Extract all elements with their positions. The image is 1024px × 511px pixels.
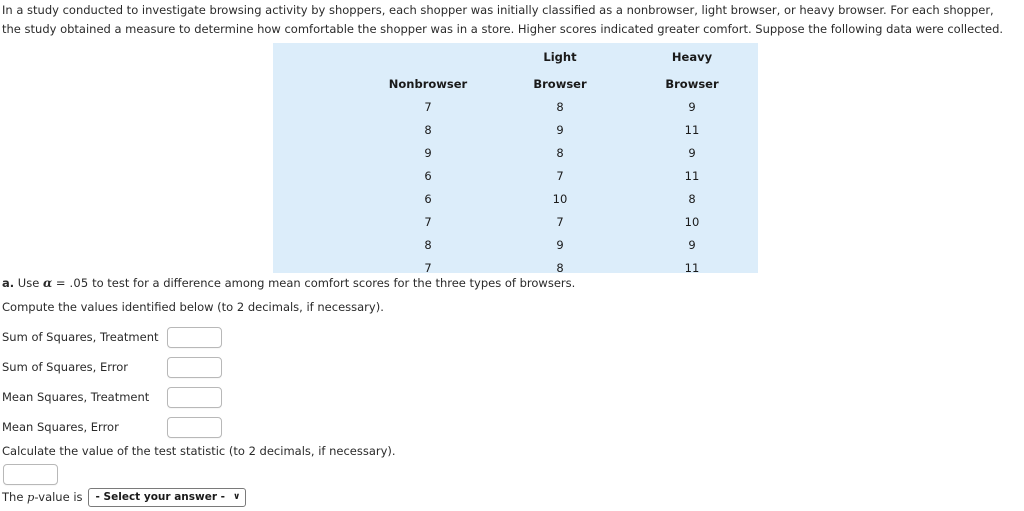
cell-nonbrowser: 7 xyxy=(424,99,432,114)
cell-light-browser: 7 xyxy=(556,168,564,183)
table-row: 6 10 8 xyxy=(273,187,758,210)
cell-light-browser: 8 xyxy=(556,145,564,160)
compute-instruction: Compute the values identified below (to … xyxy=(2,300,384,314)
table-body: 7 8 9 8 9 11 9 8 9 6 7 11 6 10 8 7 7 10 … xyxy=(273,92,758,279)
cell-heavy-browser: 11 xyxy=(684,260,700,275)
part-a-question: a. Use α = .05 to test for a difference … xyxy=(2,276,575,290)
field-row-ms-error: Mean Squares, Error xyxy=(2,417,302,447)
p-value-label: The p-value is xyxy=(2,490,83,504)
data-table-container: Light Heavy Nonbrowser Browser Browser 7… xyxy=(273,43,758,275)
cell-nonbrowser: 6 xyxy=(424,168,432,183)
header-top-heavy: Heavy xyxy=(671,50,713,64)
label-ss-error: Sum of Squares, Error xyxy=(2,360,129,374)
cell-heavy-browser: 11 xyxy=(684,122,700,137)
header-heavy-browser: Browser xyxy=(665,77,719,91)
header-light-browser: Browser xyxy=(533,77,587,91)
field-row-ss-error: Sum of Squares, Error xyxy=(2,357,302,387)
cell-heavy-browser: 8 xyxy=(688,191,696,206)
p-value-select-text: - Select your answer - xyxy=(95,491,226,503)
cell-nonbrowser: 6 xyxy=(424,191,432,206)
field-row-ms-treatment: Mean Squares, Treatment xyxy=(2,387,302,417)
cell-nonbrowser: 8 xyxy=(424,122,432,137)
table-head: Light Heavy Nonbrowser Browser Browser xyxy=(273,43,758,92)
table-row: 8 9 11 xyxy=(273,118,758,141)
part-a-label: a. xyxy=(2,276,15,290)
cell-heavy-browser: 9 xyxy=(688,99,696,114)
table-row: 7 8 9 xyxy=(273,92,758,118)
header-nonbrowser: Nonbrowser xyxy=(388,77,468,91)
intro-paragraph: In a study conducted to investigate brow… xyxy=(2,3,1004,36)
cell-light-browser: 9 xyxy=(556,237,564,252)
cell-nonbrowser: 7 xyxy=(424,214,432,229)
cell-heavy-browser: 11 xyxy=(684,168,700,183)
label-ss-treatment: Sum of Squares, Treatment xyxy=(2,330,159,344)
cell-nonbrowser: 9 xyxy=(424,145,432,160)
p-value-label-suffix: -value is xyxy=(34,490,83,504)
table-row: 9 8 9 xyxy=(273,141,758,164)
label-ms-error: Mean Squares, Error xyxy=(2,420,119,434)
table-header-row-bottom: Nonbrowser Browser Browser xyxy=(273,65,758,92)
p-value-select[interactable]: - Select your answer - ∨ xyxy=(87,487,247,507)
part-a-text-after: to test for a difference among mean comf… xyxy=(92,276,576,290)
input-ss-error[interactable] xyxy=(167,357,222,378)
table-header-row-top: Light Heavy xyxy=(273,43,758,65)
alpha-value: = .05 xyxy=(55,276,89,290)
table-row: 6 7 11 xyxy=(273,164,758,187)
p-value-row: The p-value is - Select your answer - ∨ xyxy=(2,487,247,507)
cell-light-browser: 7 xyxy=(556,214,564,229)
input-test-statistic[interactable] xyxy=(3,464,58,485)
p-value-label-prefix: The xyxy=(2,490,24,504)
cell-light-browser: 9 xyxy=(556,122,564,137)
header-top-nonbrowser xyxy=(362,43,494,65)
cell-heavy-browser: 9 xyxy=(688,237,696,252)
test-statistic-instruction: Calculate the value of the test statisti… xyxy=(2,444,396,458)
table-row: 7 7 10 xyxy=(273,210,758,233)
alpha-symbol: α xyxy=(42,276,53,290)
header-top-light: Light xyxy=(543,50,577,64)
input-ms-treatment[interactable] xyxy=(167,387,222,408)
table-row: 8 9 9 xyxy=(273,233,758,256)
cell-light-browser: 8 xyxy=(556,99,564,114)
comfort-scores-table: Light Heavy Nonbrowser Browser Browser 7… xyxy=(273,43,758,279)
part-a-text-before: Use xyxy=(17,276,40,290)
cell-light-browser: 10 xyxy=(552,191,568,206)
label-ms-treatment: Mean Squares, Treatment xyxy=(2,390,150,404)
chevron-down-icon: ∨ xyxy=(233,491,241,502)
cell-heavy-browser: 9 xyxy=(688,145,696,160)
input-ss-treatment[interactable] xyxy=(167,327,222,348)
cell-heavy-browser: 10 xyxy=(684,214,700,229)
input-ms-error[interactable] xyxy=(167,417,222,438)
answer-fields-group: Sum of Squares, Treatment Sum of Squares… xyxy=(2,327,302,447)
cell-nonbrowser: 8 xyxy=(424,237,432,252)
field-row-ss-treatment: Sum of Squares, Treatment xyxy=(2,327,302,357)
